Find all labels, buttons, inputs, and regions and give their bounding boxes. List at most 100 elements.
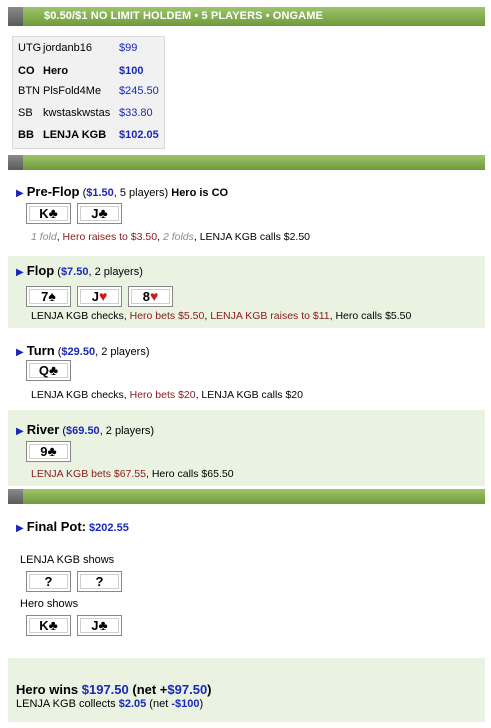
action-line: 1 fold, Hero raises to $3.50, 2 folds, L… — [31, 231, 310, 243]
card-rank: Q — [38, 363, 49, 378]
card-rank: ? — [44, 574, 53, 589]
action-hero: Hero bets $20 — [129, 389, 196, 401]
turn-header: ▶ Turn ($29.50, 2 players) — [16, 343, 150, 358]
player-position: BTN — [18, 85, 40, 97]
street-marker-icon: ▶ — [16, 188, 24, 199]
player-name: LENJA KGB — [43, 129, 107, 141]
final-pot: ▶ Final Pot: $202.55 — [16, 519, 129, 534]
action-call: , LENJA KGB calls $2.50 — [193, 231, 311, 243]
final-pot-amount: $202.55 — [89, 522, 129, 534]
player-row: CO Hero $100 — [18, 65, 163, 79]
spade-icon: ♠ — [48, 288, 56, 304]
club-icon: ♣ — [98, 617, 108, 633]
player-name: jordanb16 — [43, 42, 92, 54]
card: J♣ — [77, 203, 122, 224]
action-hero: Hero raises to $3.50 — [62, 231, 158, 243]
card-rank: K — [39, 618, 49, 633]
villain-shows-label: LENJA KGB shows — [20, 554, 115, 566]
player-position: UTG — [18, 42, 42, 54]
hero-shows-label: Hero shows — [20, 598, 79, 610]
street-marker-icon: ▶ — [16, 347, 24, 358]
card-rank: ? — [95, 574, 104, 589]
player-row: BTN PlsFold4Me $245.50 — [18, 85, 163, 99]
card: Q♣ — [26, 360, 71, 381]
action-bet: LENJA KGB bets $67.55 — [31, 468, 146, 480]
hero-wins-line: Hero wins $197.50 (net +$97.50) — [16, 682, 212, 697]
card-back: ? — [26, 571, 71, 592]
club-icon: ♣ — [47, 443, 57, 459]
section-divider — [8, 489, 485, 504]
net-label: (net + — [128, 682, 168, 697]
club-icon: ♣ — [48, 362, 59, 378]
player-stack: $99 — [119, 42, 138, 54]
card: 9♣ — [26, 441, 71, 462]
net-amount: $97.50 — [167, 682, 208, 697]
street-pot: $1.50 — [86, 187, 114, 199]
street-info: , 2 players) — [95, 346, 150, 358]
section-divider-tab — [8, 155, 23, 170]
collects-net-amount: -$100 — [171, 698, 200, 710]
flop-header: ▶ Flop ($7.50, 2 players) — [16, 263, 143, 278]
player-row: UTG jordanb16 $99 — [18, 42, 163, 56]
street-info: , 5 players) — [113, 187, 169, 199]
player-name: kwstaskwstas — [43, 107, 111, 119]
card-rank: 8 — [142, 289, 150, 304]
collects-amount: $2.05 — [118, 698, 147, 710]
section-divider-tab — [8, 489, 23, 504]
street-info: , 2 players) — [88, 266, 143, 278]
action-call: , LENJA KGB calls $20 — [195, 389, 303, 401]
card-rank: J — [91, 206, 99, 221]
card: K♣ — [26, 615, 71, 636]
club-icon: ♣ — [48, 205, 58, 221]
player-stack: $102.05 — [119, 129, 159, 141]
action-fold: 2 folds — [162, 231, 194, 243]
street-name: Flop — [26, 263, 55, 278]
card-rank: J — [91, 289, 99, 304]
player-stack: $100 — [119, 65, 144, 77]
preflop-section: ▶ Pre-Flop ($1.50, 5 players) Hero is CO… — [8, 177, 485, 252]
hero-position: Hero is CO — [171, 187, 229, 199]
street-pot: $69.50 — [66, 425, 100, 437]
action-call: , Hero calls $5.50 — [329, 310, 412, 322]
street-pot: $7.50 — [60, 266, 89, 278]
club-icon: ♣ — [48, 617, 58, 633]
card-rank: 9 — [40, 444, 48, 459]
action-check: LENJA KGB checks, — [31, 389, 130, 401]
player-position: SB — [18, 107, 33, 119]
river-section: ▶ River ($69.50, 2 players) 9♣ LENJA KGB… — [8, 410, 485, 486]
street-name: River — [26, 422, 60, 437]
collects-label: LENJA KGB collects — [16, 698, 119, 710]
player-position: BB — [18, 129, 34, 141]
action-line: LENJA KGB checks, Hero bets $20, LENJA K… — [31, 389, 303, 401]
player-row: BB LENJA KGB $102.05 — [18, 129, 163, 143]
street-marker-icon: ▶ — [16, 523, 24, 534]
player-row: SB kwstaskwstas $33.80 — [18, 107, 163, 121]
player-name: Hero — [43, 65, 69, 77]
preflop-header: ▶ Pre-Flop ($1.50, 5 players) Hero is CO — [16, 184, 228, 199]
street-pot: $29.50 — [61, 346, 96, 358]
turn-section: ▶ Turn ($29.50, 2 players) Q♣ LENJA KGB … — [8, 336, 485, 406]
street-info: , 2 players) — [99, 425, 155, 437]
collects-line: LENJA KGB collects $2.05 (net -$100) — [16, 698, 203, 710]
net-close: ) — [207, 682, 212, 697]
card: 8♥ — [128, 286, 173, 307]
player-stack: $33.80 — [119, 107, 153, 119]
game-title: $0.50/$1 NO LIMIT HOLDEM • 5 PLAYERS • O… — [44, 10, 323, 22]
final-pot-label: Final Pot: — [26, 519, 86, 534]
action-raise: LENJA KGB raises to $11 — [210, 310, 330, 322]
action-call: , Hero calls $65.50 — [146, 468, 234, 480]
player-stack: $245.50 — [119, 85, 159, 97]
action-hero: Hero bets $5.50 — [129, 310, 205, 322]
river-header: ▶ River ($69.50, 2 players) — [16, 422, 154, 437]
street-name: Turn — [26, 343, 55, 358]
heart-icon: ♥ — [98, 288, 108, 304]
title-bar-tab — [8, 7, 23, 26]
player-position: CO — [18, 65, 35, 77]
title-bar: $0.50/$1 NO LIMIT HOLDEM • 5 PLAYERS • O… — [8, 7, 485, 26]
street-marker-icon: ▶ — [16, 426, 24, 437]
result-summary: Hero wins $197.50 (net +$97.50) LENJA KG… — [8, 658, 485, 722]
card-rank: J — [91, 618, 99, 633]
card: K♣ — [26, 203, 71, 224]
card-back: ? — [77, 571, 122, 592]
player-name: PlsFold4Me — [43, 85, 102, 97]
